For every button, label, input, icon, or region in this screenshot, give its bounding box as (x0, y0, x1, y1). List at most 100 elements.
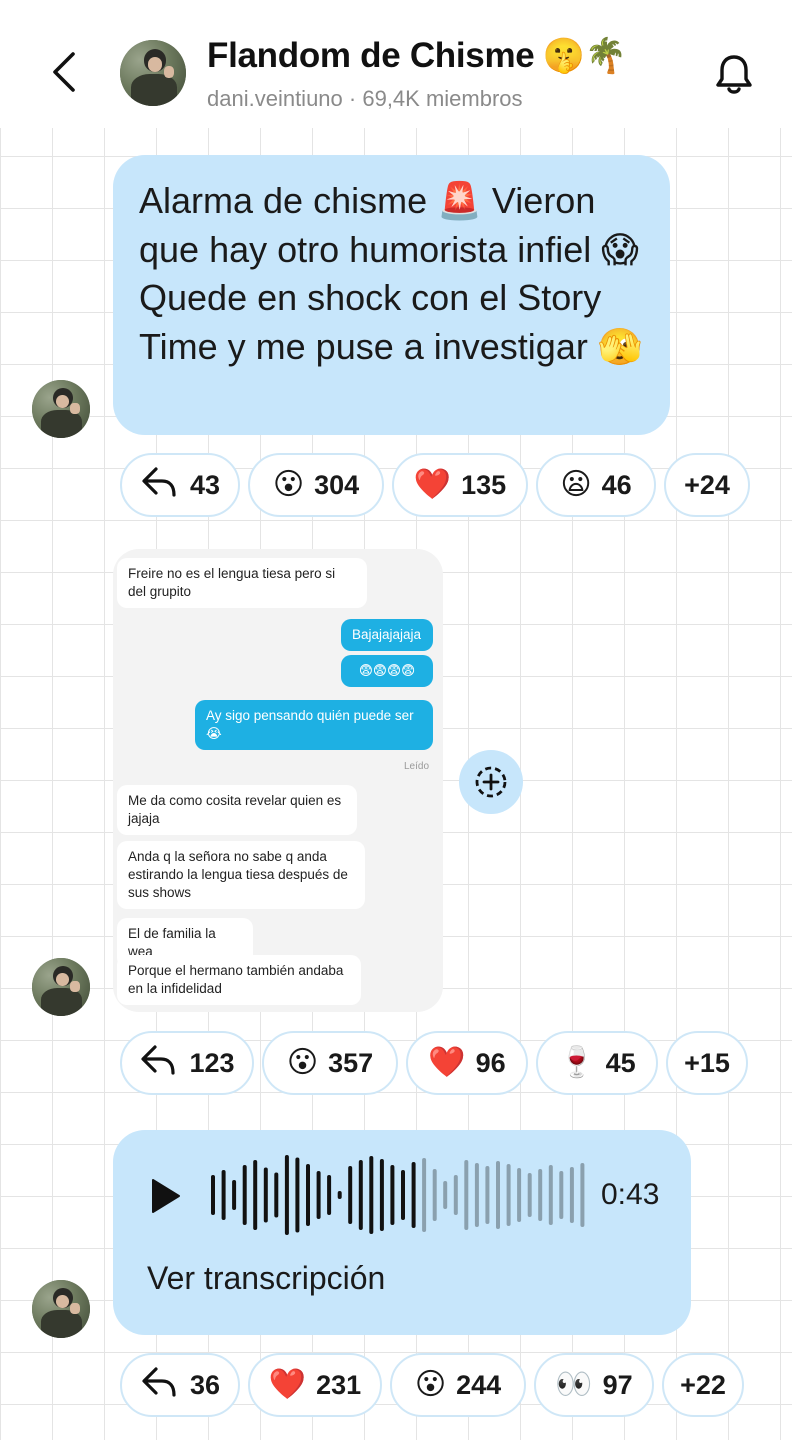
waveform-bar (316, 1171, 321, 1219)
waveform-bar (411, 1162, 416, 1228)
waveform-bar (580, 1163, 585, 1227)
reaction-chip[interactable]: 👀 97 (534, 1353, 654, 1417)
channel-header: Flandom de Chisme 🤫🌴 dani.veintiuno · 69,… (0, 0, 792, 128)
waveform-bar (390, 1165, 395, 1225)
waveform-bar (506, 1164, 511, 1226)
channel-title-text: Flandom de Chisme (207, 36, 535, 75)
reaction-chip[interactable]: ❤️ 96 (406, 1031, 528, 1095)
reaction-count: 231 (316, 1369, 362, 1400)
waveform-bar (496, 1161, 500, 1229)
waveform-bar (263, 1167, 268, 1223)
reaction-count: 97 (602, 1369, 633, 1400)
reply-count: 123 (189, 1047, 235, 1078)
reaction-count: 135 (461, 469, 507, 500)
dm-bubble-outgoing: Bajajajajaja (341, 619, 433, 651)
heart-icon: ❤️ (428, 1046, 466, 1079)
waveform-bar (295, 1157, 300, 1233)
reply-icon (139, 1043, 179, 1083)
dm-bubble-incoming: Freire no es el lengua tiesa pero si del… (117, 558, 367, 608)
reaction-count: 357 (328, 1047, 374, 1078)
title-emojis: 🤫🌴 (542, 37, 627, 75)
notifications-button[interactable] (708, 48, 760, 100)
view-transcript-link[interactable]: Ver transcripción (147, 1260, 385, 1297)
screenshot-image[interactable]: Freire no es el lengua tiesa pero si del… (113, 549, 443, 1012)
reaction-count: 96 (475, 1047, 506, 1078)
dm-bubble-incoming: Anda q la señora no sabe q anda estirand… (117, 841, 365, 909)
message-text: Alarma de chisme 🚨 Vieron que hay otro h… (139, 180, 643, 367)
message-bubble[interactable]: Alarma de chisme 🚨 Vieron que hay otro h… (113, 155, 670, 435)
channel-owner: dani.veintiuno (207, 86, 343, 111)
waveform-bar (348, 1166, 353, 1224)
reaction-count: 244 (456, 1369, 502, 1400)
frowning-face-icon: 😦 (560, 468, 592, 501)
waveform-bar (485, 1166, 490, 1224)
waveform-bar (327, 1175, 332, 1215)
waveform-bar (548, 1165, 553, 1225)
reaction-chip[interactable]: 😮 304 (248, 453, 384, 517)
more-reactions-count: +22 (680, 1369, 726, 1400)
back-button[interactable] (42, 48, 86, 96)
reaction-chip[interactable]: 😮 244 (390, 1353, 526, 1417)
reaction-count: 46 (601, 469, 632, 500)
waveform-bar (221, 1170, 226, 1220)
more-reactions-chip[interactable]: +24 (664, 453, 750, 517)
waveform-bar (306, 1164, 310, 1226)
heart-icon: ❤️ (413, 468, 452, 501)
surprised-face-icon: 😮 (286, 1046, 319, 1079)
channel-title[interactable]: Flandom de Chisme 🤫🌴 (207, 36, 627, 76)
dm-bubble-outgoing: Ay sigo pensando quién puede ser 😭 (195, 700, 433, 750)
waveform-bar (232, 1180, 237, 1210)
channel-subtitle: dani.veintiuno · 69,4K miembros (207, 86, 523, 112)
reaction-count: 304 (314, 469, 360, 500)
waveform-bar (464, 1160, 469, 1230)
reaction-chip[interactable]: 🍷 45 (536, 1031, 658, 1095)
channel-avatar[interactable] (120, 40, 186, 106)
waveform-bar (211, 1175, 215, 1215)
reaction-chip[interactable]: ❤️ 231 (248, 1353, 382, 1417)
sender-avatar[interactable] (32, 1280, 90, 1338)
play-button[interactable] (149, 1176, 183, 1216)
reaction-chip[interactable]: ❤️ 135 (392, 453, 528, 517)
reaction-bar: 123 😮 357 ❤️ 96 🍷 45 +15 (120, 1031, 756, 1097)
wine-glass-icon: 🍷 (558, 1046, 596, 1079)
waveform-bar (432, 1169, 437, 1221)
waveform-bar (379, 1159, 384, 1231)
dm-bubble-incoming: Me da como cosita revelar quien es jajaj… (117, 785, 357, 835)
waveform-bar (253, 1160, 258, 1230)
reaction-chip[interactable]: 😮 357 (262, 1031, 398, 1095)
more-reactions-count: +24 (684, 469, 730, 500)
play-icon (152, 1179, 180, 1213)
heart-icon: ❤️ (268, 1368, 307, 1401)
sender-avatar[interactable] (32, 380, 90, 438)
waveform-bar (274, 1172, 279, 1218)
more-reactions-chip[interactable]: +22 (662, 1353, 744, 1417)
subtitle-separator: · (342, 86, 363, 111)
audio-waveform[interactable] (209, 1150, 589, 1240)
add-icon (475, 766, 507, 798)
reaction-chip[interactable]: 😦 46 (536, 453, 656, 517)
waveform-bar (453, 1175, 458, 1215)
waveform-bar (242, 1165, 247, 1225)
waveform-bar (337, 1191, 342, 1199)
surprised-face-icon: 😮 (272, 468, 305, 501)
surprised-face-icon: 😮 (414, 1368, 447, 1401)
add-reaction-button[interactable] (459, 750, 523, 814)
reply-icon (140, 1365, 180, 1405)
eyes-icon: 👀 (555, 1368, 593, 1401)
voice-message: 0:43 Ver transcripción (113, 1130, 691, 1335)
dm-bubble-outgoing: 😨😨😨😨 (341, 655, 433, 687)
sender-avatar[interactable] (32, 958, 90, 1016)
more-reactions-count: +15 (684, 1047, 730, 1078)
reply-chip[interactable]: 43 (120, 453, 240, 517)
waveform-bar (358, 1160, 363, 1230)
waveform-bar (401, 1170, 405, 1220)
reply-count: 43 (189, 469, 221, 500)
reply-chip[interactable]: 123 (120, 1031, 254, 1095)
reply-chip[interactable]: 36 (120, 1353, 240, 1417)
reaction-count: 45 (605, 1047, 636, 1078)
waveform-bar (527, 1173, 532, 1217)
waveform-bar (443, 1181, 448, 1209)
more-reactions-chip[interactable]: +15 (666, 1031, 748, 1095)
read-receipt: Leído (404, 761, 430, 772)
chevron-left-icon (53, 52, 75, 92)
